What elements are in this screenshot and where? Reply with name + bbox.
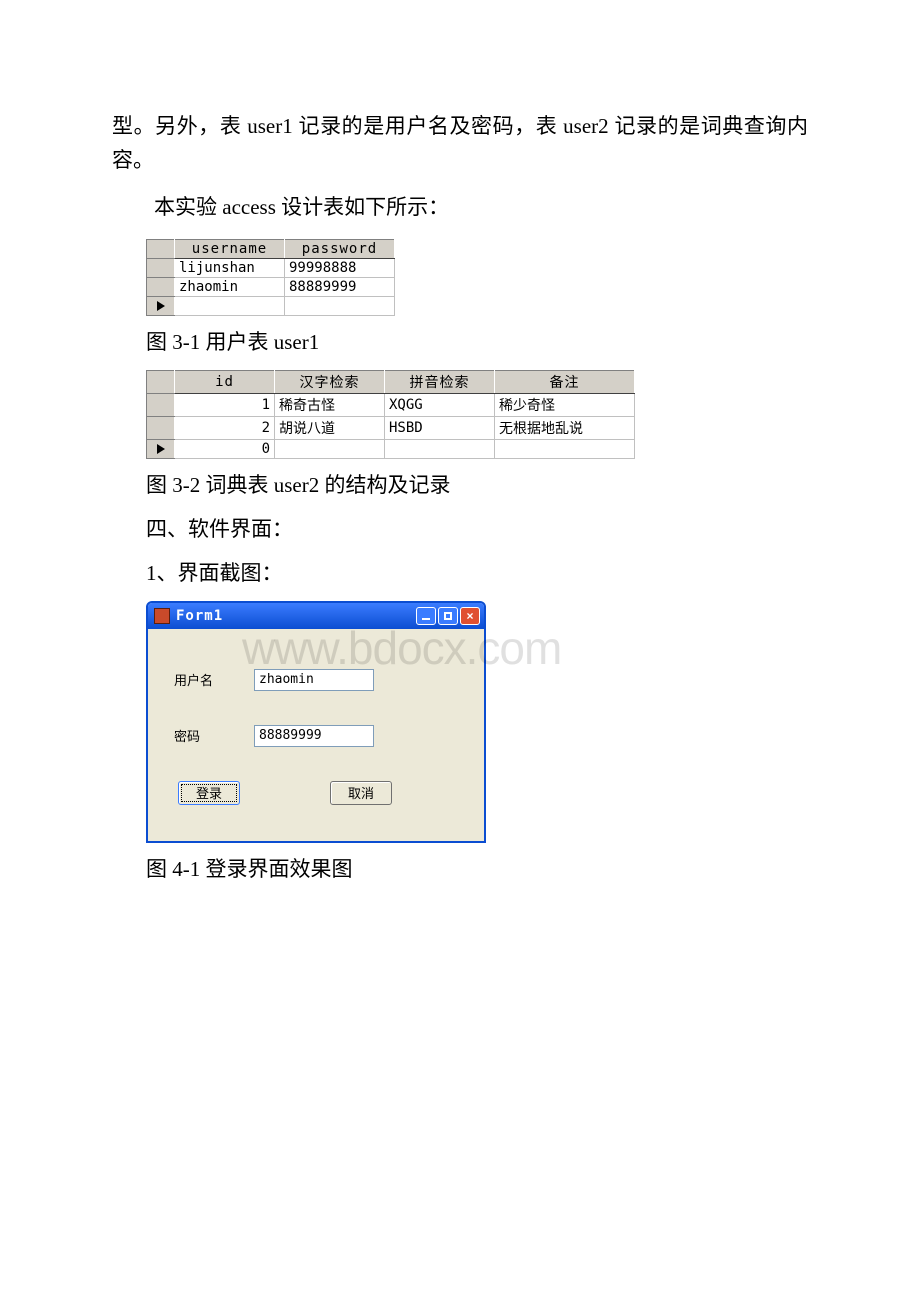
- cancel-button[interactable]: 取消: [330, 781, 392, 805]
- col-header-id: id: [175, 370, 275, 393]
- form1-window: Form1 × 用户名 zhaomin 密码 88889999 登录: [146, 601, 486, 843]
- login-button[interactable]: 登录: [178, 781, 240, 805]
- user1-table: username password lijunshan 99998888 zha…: [146, 239, 808, 316]
- figure-3-1-caption: 图 3-1 用户表 user1: [146, 326, 808, 356]
- intro-paragraph: 型。另外，表 user1 记录的是用户名及密码，表 user2 记录的是词典查询…: [112, 110, 808, 177]
- table-new-row: 0: [147, 439, 635, 458]
- current-row-arrow-icon: [157, 301, 165, 311]
- table-row: zhaomin 88889999: [147, 277, 395, 296]
- app-icon: [154, 608, 170, 624]
- col-header-username: username: [175, 239, 285, 258]
- titlebar[interactable]: Form1 ×: [148, 603, 484, 629]
- table-row: lijunshan 99998888: [147, 258, 395, 277]
- figure-4-1-caption: 图 4-1 登录界面效果图: [146, 853, 808, 883]
- row-header-blank: [147, 239, 175, 258]
- username-input[interactable]: zhaomin: [254, 669, 374, 691]
- figure-3-2-caption: 图 3-2 词典表 user2 的结构及记录: [146, 469, 808, 499]
- maximize-button[interactable]: [438, 607, 458, 625]
- col-header-note: 备注: [495, 370, 635, 393]
- col-header-password: password: [285, 239, 395, 258]
- section-4-sub1: 1、界面截图：: [146, 557, 808, 587]
- password-label: 密码: [174, 726, 254, 745]
- col-header-pinyin: 拼音检索: [385, 370, 495, 393]
- window-title: Form1: [176, 608, 416, 624]
- row-header-blank: [147, 370, 175, 393]
- minimize-button[interactable]: [416, 607, 436, 625]
- user2-table: id 汉字检索 拼音检索 备注 1 稀奇古怪 XQGG 稀少奇怪 2 胡说八道 …: [146, 370, 808, 459]
- close-button[interactable]: ×: [460, 607, 480, 625]
- access-caption-line: 本实验 access 设计表如下所示：: [112, 191, 808, 225]
- username-label: 用户名: [174, 670, 254, 689]
- table-new-row: [147, 296, 395, 315]
- table-row: 2 胡说八道 HSBD 无根据地乱说: [147, 416, 635, 439]
- col-header-hanzi: 汉字检索: [275, 370, 385, 393]
- table-row: 1 稀奇古怪 XQGG 稀少奇怪: [147, 393, 635, 416]
- current-row-arrow-icon: [157, 444, 165, 454]
- password-input[interactable]: 88889999: [254, 725, 374, 747]
- section-4-heading: 四、软件界面：: [146, 513, 808, 543]
